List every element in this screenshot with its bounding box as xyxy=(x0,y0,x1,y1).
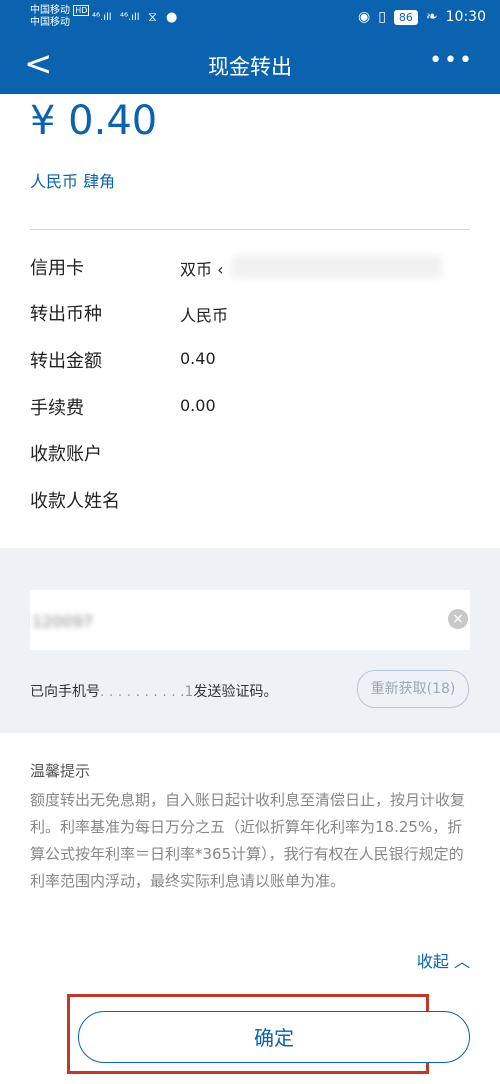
tips-text: 额度转出无免息期，自入账日起计收利息至清偿日止，按月计收复利。利率基准为每日万分… xyxy=(30,791,466,890)
collapse-link[interactable]: 收起 ︿ xyxy=(417,948,470,972)
sms-sent-note: 已向手机号. . . . . . . . . .1发送验证码。 xyxy=(30,681,277,701)
resend-code-button[interactable]: 重新获取(18) xyxy=(357,670,469,708)
hd-badge: HD xyxy=(73,5,90,16)
status-right: ◉ ▯ 86 ❧ 10:30 xyxy=(358,9,486,25)
divider xyxy=(30,229,470,230)
sms-suffix: 发送验证码。 xyxy=(193,684,278,700)
battery-icon: 86 xyxy=(393,9,418,25)
transfer-amount: ¥ 0.40 xyxy=(30,98,158,144)
label-currency: 转出币种 xyxy=(30,304,102,325)
leaf-icon: ❧ xyxy=(425,9,438,25)
value-credit-card: 双币 ‹ xyxy=(180,260,224,279)
vibrate-icon: ▯ xyxy=(378,9,386,25)
carrier-info: 中国移动 HD 中国移动 xyxy=(30,5,90,29)
label-amount: 转出金额 xyxy=(30,351,102,372)
status-bar: 中国移动 HD 中国移动 ⁴⁶.ıll ⁴⁶.ıll ⧖ ● ◉ ▯ 86 ❧ … xyxy=(0,0,500,36)
more-icon[interactable]: ••• xyxy=(429,48,474,73)
carrier-name-1: 中国移动 xyxy=(30,5,70,16)
nav-bar: < 现金转出 ••• xyxy=(0,36,500,94)
label-credit-card: 信用卡 xyxy=(30,258,84,279)
sms-code-input[interactable]: 120097 × xyxy=(30,590,470,650)
eye-icon: ◉ xyxy=(357,9,371,25)
label-payee-name: 收款人姓名 xyxy=(30,491,120,512)
value-currency: 人民币 xyxy=(180,306,229,325)
confirm-button[interactable]: 确定 xyxy=(78,1011,470,1063)
label-payee-account: 收款账户 xyxy=(30,444,102,465)
sms-prefix: 已向手机号 xyxy=(30,684,100,700)
value-amount: 0.40 xyxy=(180,349,216,368)
clear-icon[interactable]: × xyxy=(448,609,468,629)
sms-code-value: 120097 xyxy=(32,612,94,631)
signal-icon-2: ⁴⁶.ıll xyxy=(120,12,140,23)
carrier-name-2: 中国移动 xyxy=(30,17,70,28)
value-fee: 0.00 xyxy=(180,396,216,415)
page-title: 现金转出 xyxy=(208,55,292,79)
chat-icon: ● xyxy=(166,10,178,25)
label-fee: 手续费 xyxy=(30,398,84,419)
hourglass-icon: ⧖ xyxy=(148,10,158,25)
tips-title: 温馨提示 xyxy=(30,762,91,780)
amount-chinese: 人民币 肆角 xyxy=(30,172,116,191)
masked-card-number xyxy=(232,256,442,278)
clock-time: 10:30 xyxy=(445,9,486,25)
masked-phone: . . . . . . . . . .1 xyxy=(100,684,194,700)
signal-icon: ⁴⁶.ıll xyxy=(92,12,112,23)
